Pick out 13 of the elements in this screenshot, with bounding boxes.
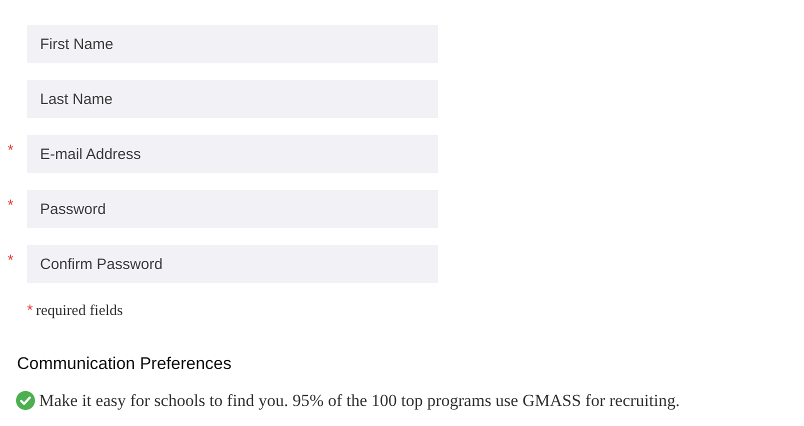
info-text: Make it easy for schools to find you. 95% of the 100 top programs use GMASS for recruiting. (39, 390, 680, 412)
input-field[interactable]: Password (27, 190, 438, 228)
input-field[interactable]: Confirm Password (27, 245, 438, 283)
required-asterisk: * (27, 301, 33, 321)
required-asterisk: * (8, 250, 14, 271)
input-field[interactable]: Last Name (27, 80, 438, 118)
required-asterisk: * (8, 196, 14, 216)
check-icon (16, 391, 35, 410)
required-note: required fields (36, 302, 123, 321)
input-field[interactable]: E-mail Address (27, 135, 438, 173)
required-asterisk: * (8, 140, 14, 161)
section-title: Communication Preferences (16, 352, 232, 374)
input-field[interactable]: First Name (27, 25, 438, 63)
